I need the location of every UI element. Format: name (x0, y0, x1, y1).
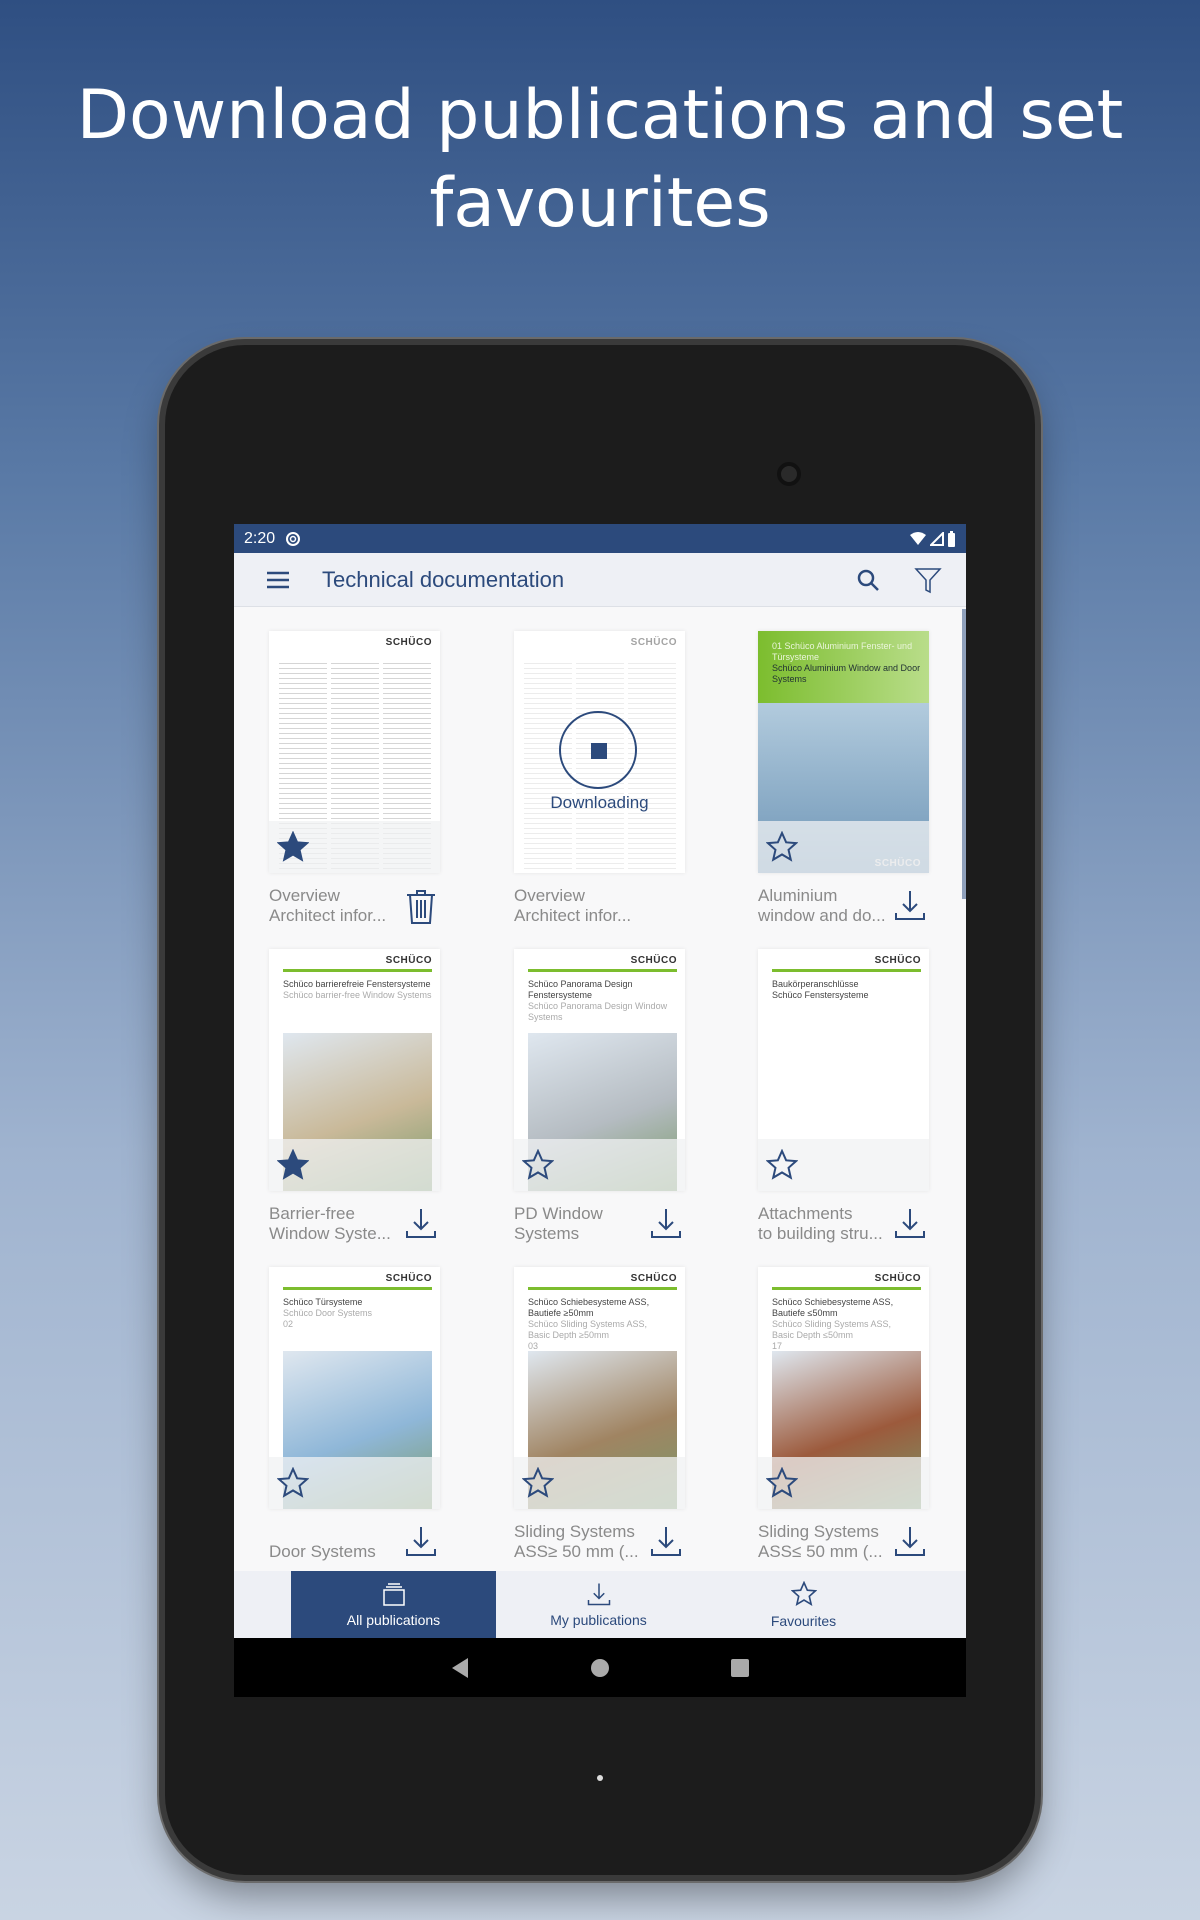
publication-title: Aluminium window and do... (758, 886, 886, 925)
download-icon (587, 1582, 611, 1606)
favourite-star-icon[interactable] (766, 1149, 798, 1181)
signal-icon (930, 531, 944, 546)
camera-icon (777, 462, 801, 486)
schuco-logo: SCHÜCO (874, 1273, 921, 1284)
publication-title: Sliding Systems ASS≤ 50 mm (... (758, 1522, 883, 1561)
favourite-star-icon[interactable] (766, 831, 798, 863)
download-icon[interactable] (405, 1207, 437, 1239)
download-icon[interactable] (650, 1207, 682, 1239)
publication-cover[interactable]: SCHÜCO Schüco Türsysteme Schüco Door Syste… (269, 1267, 440, 1509)
filter-icon[interactable] (914, 566, 942, 594)
schuco-logo: SCHÜCO (385, 955, 432, 966)
headline: Download publications and set favourites (76, 76, 1124, 243)
menu-icon[interactable] (266, 570, 290, 590)
favourite-star-icon[interactable] (277, 831, 309, 863)
tab-my-publications[interactable]: My publications (496, 1571, 701, 1638)
stop-icon[interactable] (591, 743, 607, 759)
status-time: 2:20 (244, 529, 276, 547)
publication-title: Sliding Systems ASS≥ 50 mm (... (514, 1522, 639, 1561)
progress-ring[interactable] (559, 711, 637, 789)
publication-title: PD Window Systems (514, 1204, 603, 1243)
publication-cover[interactable]: SCHÜCO Schüco Schiebesysteme ASS, Bautiefe… (514, 1267, 685, 1509)
schuco-logo: SCHÜCO (385, 1273, 432, 1284)
schuco-logo: SCHÜCO (630, 1273, 677, 1284)
publication-title: Attachments to building stru... (758, 1204, 883, 1243)
download-icon[interactable] (894, 1525, 926, 1557)
bottom-nav: All publications My publications Favourite… (234, 1571, 966, 1638)
home-icon[interactable] (590, 1658, 610, 1678)
publication-title: Door Systems (269, 1542, 376, 1561)
schuco-logo: SCHÜCO (874, 955, 921, 966)
download-icon[interactable] (894, 889, 926, 921)
downloading-overlay: Downloading (514, 631, 685, 873)
page-title: Technical documentation (322, 566, 565, 592)
publication-cover[interactable]: 01 Schüco Aluminium Fenster- und Türsyst… (758, 631, 929, 873)
favourite-star-icon[interactable] (277, 1149, 309, 1181)
schuco-logo: SCHÜCO (630, 955, 677, 966)
download-icon[interactable] (405, 1525, 437, 1557)
publication-cover[interactable]: SCHÜCO Schüco barrierefreie Fenstersystem… (269, 949, 440, 1191)
publication-title: Overview Architect infor... (269, 886, 387, 925)
sync-icon (285, 531, 301, 547)
publication-title: Barrier-free Window Syste... (269, 1204, 391, 1243)
app-bar: Technical documentation (234, 553, 966, 607)
download-icon[interactable] (650, 1525, 682, 1557)
publication-title: Overview Architect infor... (514, 886, 632, 925)
scrollbar[interactable] (962, 609, 966, 899)
search-icon[interactable] (856, 568, 880, 592)
publication-cover[interactable]: SCHÜCO Schüco Panorama Design Fenstersyst… (514, 949, 685, 1191)
schuco-logo: SCHÜCO (385, 637, 432, 648)
status-bar: 2:20 (234, 524, 966, 553)
publication-cover[interactable]: SCHÜCODownloading (514, 631, 685, 873)
download-icon[interactable] (894, 1207, 926, 1239)
publication-cover[interactable]: SCHÜCO (269, 631, 440, 873)
stack-icon (381, 1582, 407, 1606)
tab-favourites[interactable]: Favourites (701, 1571, 906, 1638)
favourite-star-icon[interactable] (522, 1149, 554, 1181)
star-icon (790, 1580, 817, 1607)
sensor-dot (597, 1775, 603, 1781)
favourite-star-icon[interactable] (522, 1467, 554, 1499)
back-icon[interactable] (450, 1657, 470, 1679)
delete-icon[interactable] (405, 889, 437, 925)
system-nav-bar (234, 1638, 966, 1697)
tab-all-publications[interactable]: All publications (291, 1571, 496, 1638)
battery-icon (947, 530, 956, 547)
publication-cover[interactable]: SCHÜCO Baukörperanschlüsse Schüco Fensters… (758, 949, 929, 1191)
wifi-icon (909, 531, 927, 546)
favourite-star-icon[interactable] (766, 1467, 798, 1499)
recents-icon[interactable] (730, 1658, 750, 1678)
favourite-star-icon[interactable] (277, 1467, 309, 1499)
screen: 2:20 Technical documentation SCHÜCO Over… (234, 524, 966, 1697)
publication-cover[interactable]: SCHÜCO Schüco Schiebesysteme ASS, Bautiefe… (758, 1267, 929, 1509)
